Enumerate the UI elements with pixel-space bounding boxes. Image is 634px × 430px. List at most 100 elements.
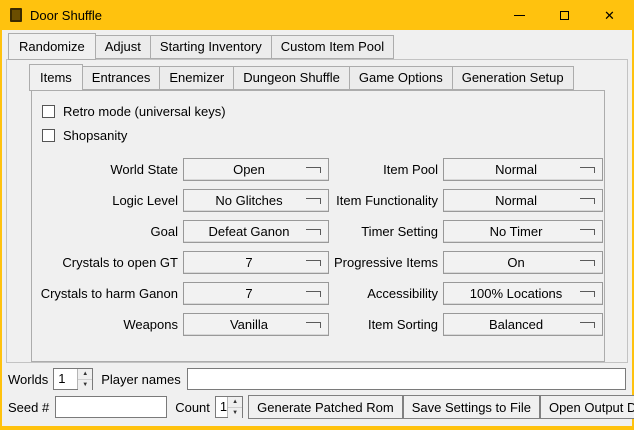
retro-mode-row: Retro mode (universal keys)	[40, 99, 594, 123]
outer-tab-bar: Randomize Adjust Starting Inventory Cust…	[2, 33, 632, 59]
caption-buttons: ✕	[497, 0, 632, 30]
spin-down-icon[interactable]: ▼	[78, 380, 92, 390]
worlds-spinbox[interactable]: 1 ▲ ▼	[53, 368, 93, 390]
close-icon: ✕	[604, 9, 615, 22]
window-content: Randomize Adjust Starting Inventory Cust…	[2, 30, 632, 426]
worlds-row: Worlds 1 ▲ ▼ Player names	[8, 367, 626, 391]
seed-row: Seed # Count 1 ▲ ▼ Generate Patched Rom …	[8, 395, 626, 419]
dropdown-indicator-icon	[306, 198, 321, 204]
items-panel: Retro mode (universal keys) Shopsanity W…	[31, 90, 605, 362]
dropdown-indicator-icon	[580, 229, 595, 235]
shopsanity-label: Shopsanity	[63, 128, 127, 143]
player-names-input[interactable]	[187, 368, 626, 390]
minimize-icon	[514, 15, 525, 16]
tab-enemizer[interactable]: Enemizer	[160, 66, 234, 90]
spin-up-icon[interactable]: ▲	[228, 397, 242, 408]
window: Door Shuffle ✕ Randomize Adjust Starting…	[0, 0, 634, 430]
dropdown-indicator-icon	[306, 291, 321, 297]
randomize-panel: Items Entrances Enemizer Dungeon Shuffle…	[6, 59, 628, 363]
tab-starting-inventory[interactable]: Starting Inventory	[151, 35, 272, 59]
worlds-label: Worlds	[8, 372, 48, 387]
timer-setting-label: Timer Setting	[334, 220, 438, 243]
accessibility-label: Accessibility	[334, 282, 438, 305]
maximize-button[interactable]	[542, 0, 587, 30]
progressive-items-label: Progressive Items	[334, 251, 438, 274]
weapons-value: Vanilla	[230, 317, 282, 332]
open-output-directory-button[interactable]: Open Output Directory	[540, 395, 634, 419]
retro-mode-checkbox[interactable]	[42, 105, 55, 118]
tab-adjust[interactable]: Adjust	[96, 35, 151, 59]
worlds-spin-arrows: ▲ ▼	[77, 369, 92, 389]
crystals-harm-ganon-value: 7	[245, 286, 266, 301]
timer-setting-dropdown[interactable]: No Timer	[443, 220, 603, 243]
worlds-value: 1	[54, 369, 77, 389]
progressive-items-dropdown[interactable]: On	[443, 251, 603, 274]
app-icon	[10, 8, 22, 22]
save-settings-button[interactable]: Save Settings to File	[403, 395, 540, 419]
minimize-button[interactable]	[497, 0, 542, 30]
logic-level-value: No Glitches	[215, 193, 296, 208]
item-functionality-dropdown[interactable]: Normal	[443, 189, 603, 212]
crystals-harm-ganon-dropdown[interactable]: 7	[183, 282, 329, 305]
window-title: Door Shuffle	[30, 8, 102, 23]
dropdown-indicator-icon	[306, 229, 321, 235]
logic-level-dropdown[interactable]: No Glitches	[183, 189, 329, 212]
item-sorting-label: Item Sorting	[334, 313, 438, 336]
dropdown-indicator-icon	[306, 322, 321, 328]
accessibility-dropdown[interactable]: 100% Locations	[443, 282, 603, 305]
seed-label: Seed #	[8, 400, 49, 415]
tab-items[interactable]: Items	[29, 64, 83, 91]
titlebar: Door Shuffle ✕	[2, 0, 632, 30]
world-state-label: World State	[40, 158, 178, 181]
count-spinbox[interactable]: 1 ▲ ▼	[215, 396, 243, 418]
bottom-controls: Worlds 1 ▲ ▼ Player names Seed # Count 1	[2, 363, 632, 427]
world-state-dropdown[interactable]: Open	[183, 158, 329, 181]
tab-entrances[interactable]: Entrances	[83, 66, 161, 90]
goal-dropdown[interactable]: Defeat Ganon	[183, 220, 329, 243]
crystals-open-gt-dropdown[interactable]: 7	[183, 251, 329, 274]
item-pool-value: Normal	[495, 162, 551, 177]
close-button[interactable]: ✕	[587, 0, 632, 30]
crystals-harm-ganon-label: Crystals to harm Ganon	[40, 282, 178, 305]
seed-input[interactable]	[55, 396, 167, 418]
crystals-open-gt-label: Crystals to open GT	[40, 251, 178, 274]
shopsanity-row: Shopsanity	[40, 123, 594, 147]
weapons-dropdown[interactable]: Vanilla	[183, 313, 329, 336]
dropdown-indicator-icon	[580, 260, 595, 266]
goal-value: Defeat Ganon	[209, 224, 304, 239]
timer-setting-value: No Timer	[490, 224, 557, 239]
item-functionality-value: Normal	[495, 193, 551, 208]
item-pool-dropdown[interactable]: Normal	[443, 158, 603, 181]
spin-down-icon[interactable]: ▼	[228, 408, 242, 418]
tab-randomize[interactable]: Randomize	[8, 33, 96, 60]
inner-tab-bar: Items Entrances Enemizer Dungeon Shuffle…	[7, 64, 627, 90]
spin-up-icon[interactable]: ▲	[78, 369, 92, 380]
maximize-icon	[560, 11, 569, 20]
tab-custom-item-pool[interactable]: Custom Item Pool	[272, 35, 394, 59]
accessibility-value: 100% Locations	[470, 286, 577, 301]
bottom-right-buttons: Save Settings to File Open Output Direct…	[403, 395, 634, 419]
dropdown-indicator-icon	[580, 167, 595, 173]
player-names-label: Player names	[101, 372, 180, 387]
dropdown-indicator-icon	[580, 322, 595, 328]
tab-game-options[interactable]: Game Options	[350, 66, 453, 90]
dropdown-indicator-icon	[580, 198, 595, 204]
goal-label: Goal	[40, 220, 178, 243]
progressive-items-value: On	[507, 255, 538, 270]
retro-mode-label: Retro mode (universal keys)	[63, 104, 226, 119]
world-state-value: Open	[233, 162, 279, 177]
count-spin-arrows: ▲ ▼	[227, 397, 242, 417]
item-sorting-value: Balanced	[489, 317, 557, 332]
crystals-open-gt-value: 7	[245, 255, 266, 270]
weapons-label: Weapons	[40, 313, 178, 336]
count-label: Count	[175, 400, 210, 415]
dropdown-indicator-icon	[306, 167, 321, 173]
item-pool-label: Item Pool	[334, 158, 438, 181]
tab-generation-setup[interactable]: Generation Setup	[453, 66, 574, 90]
tab-dungeon-shuffle[interactable]: Dungeon Shuffle	[234, 66, 350, 90]
item-sorting-dropdown[interactable]: Balanced	[443, 313, 603, 336]
generate-patched-rom-button[interactable]: Generate Patched Rom	[248, 395, 403, 419]
count-value: 1	[216, 397, 227, 417]
shopsanity-checkbox[interactable]	[42, 129, 55, 142]
logic-level-label: Logic Level	[40, 189, 178, 212]
